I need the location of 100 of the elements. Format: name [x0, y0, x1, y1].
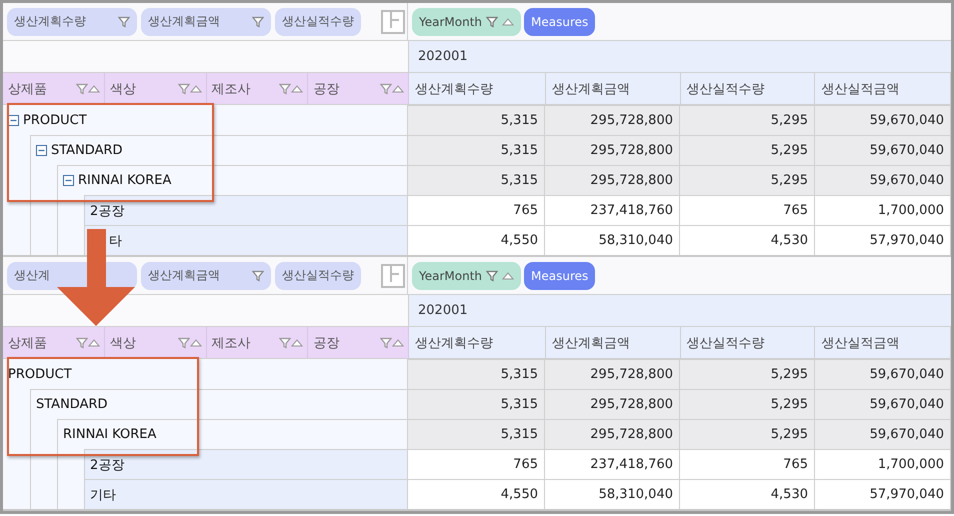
row-header[interactable]: STANDARD — [30, 389, 407, 419]
sort-icon[interactable] — [502, 271, 514, 280]
value-cell: 4,550 — [408, 225, 545, 255]
value-cell: 5,295 — [680, 359, 815, 389]
dimension-header[interactable]: 제조사 — [206, 327, 308, 358]
filter-icon[interactable] — [118, 16, 130, 28]
dimension-header[interactable]: 색상 — [104, 327, 207, 358]
field-chip[interactable]: 생산실적수량 — [275, 8, 361, 36]
value-cell: 5,295 — [680, 389, 815, 419]
period-header: 202001 — [409, 41, 951, 72]
value-cell: 765 — [680, 449, 815, 479]
value-cell: 295,728,800 — [545, 419, 680, 449]
value-cell: 295,728,800 — [545, 135, 680, 165]
period-header: 202001 — [409, 295, 951, 326]
value-cell: 5,295 — [680, 165, 815, 195]
row-header[interactable]: RINNAI KOREA — [57, 419, 407, 449]
sort-icon[interactable] — [190, 84, 202, 93]
filter-icon[interactable] — [76, 82, 88, 94]
value-cell: 237,418,760 — [545, 449, 680, 479]
field-chip[interactable]: 생산계획금액 — [141, 8, 271, 36]
collapse-icon[interactable] — [63, 175, 74, 186]
field-chip[interactable]: Measures — [524, 8, 596, 36]
value-cell: 59,670,040 — [815, 165, 951, 195]
row-header[interactable]: 타 — [84, 225, 407, 255]
dimension-header[interactable]: 공장 — [308, 73, 410, 104]
value-cell: 59,670,040 — [815, 135, 951, 165]
sort-icon[interactable] — [291, 84, 304, 93]
dimension-header[interactable]: 색상 — [104, 73, 207, 104]
row-header[interactable]: RINNAI KOREA — [57, 165, 407, 195]
field-chip[interactable]: 생산계획금액 — [141, 262, 271, 290]
measure-header: 생산실적금액 — [815, 327, 951, 358]
value-cell: 57,970,040 — [815, 479, 951, 509]
row-header[interactable]: STANDARD — [30, 135, 407, 165]
field-chip[interactable]: 생산실적수량 — [275, 262, 361, 290]
value-cell: 57,970,040 — [815, 225, 951, 255]
value-cell: 5,315 — [408, 165, 545, 195]
measure-header: 생산실적금액 — [815, 73, 951, 104]
value-cell: 59,670,040 — [815, 359, 951, 389]
sort-icon[interactable] — [502, 17, 514, 26]
filter-icon[interactable] — [252, 270, 264, 282]
sort-icon[interactable] — [88, 84, 100, 93]
measure-header: 생산계획금액 — [546, 73, 681, 104]
dimension-header[interactable]: 상제품 — [3, 73, 105, 104]
value-cell: 5,295 — [680, 419, 815, 449]
sort-icon[interactable] — [291, 338, 304, 347]
filter-icon[interactable] — [76, 336, 88, 348]
value-cell: 59,670,040 — [815, 389, 951, 419]
filter-icon[interactable] — [178, 82, 190, 94]
measure-header: 생산계획금액 — [546, 327, 681, 358]
filter-icon[interactable] — [252, 16, 264, 28]
value-cell: 5,315 — [408, 359, 545, 389]
value-cell: 765 — [680, 195, 815, 225]
filter-icon[interactable] — [279, 336, 292, 348]
layout-toggle-icon[interactable] — [381, 264, 405, 288]
sort-icon[interactable] — [190, 338, 202, 347]
value-cell: 295,728,800 — [545, 105, 680, 135]
dimension-header[interactable]: 공장 — [308, 327, 410, 358]
measure-header: 생산계획수량 — [409, 73, 546, 104]
value-cell: 295,728,800 — [545, 359, 680, 389]
field-chip[interactable]: 생산계획수량 — [7, 8, 137, 36]
dimension-header[interactable]: 상제품 — [3, 327, 105, 358]
row-header[interactable]: 2공장 — [84, 449, 407, 479]
row-header[interactable]: 기타 — [84, 479, 407, 509]
value-cell: 1,700,000 — [815, 449, 951, 479]
filter-icon[interactable] — [178, 336, 190, 348]
value-cell: 58,310,040 — [545, 225, 680, 255]
layout-toggle-icon[interactable] — [381, 10, 405, 34]
sort-icon[interactable] — [392, 84, 404, 93]
filter-icon[interactable] — [279, 82, 292, 94]
value-cell: 58,310,040 — [545, 479, 680, 509]
value-cell: 5,315 — [408, 389, 545, 419]
measure-header: 생산실적수량 — [680, 327, 816, 358]
sort-icon[interactable] — [88, 338, 100, 347]
row-header[interactable]: 2공장 — [84, 195, 407, 225]
dimension-header[interactable]: 제조사 — [206, 73, 308, 104]
value-cell: 295,728,800 — [545, 165, 680, 195]
value-cell: 1,700,000 — [815, 195, 951, 225]
sort-icon[interactable] — [392, 338, 404, 347]
collapse-icon[interactable] — [8, 114, 19, 126]
value-cell: 5,315 — [408, 419, 545, 449]
value-cell: 5,315 — [408, 135, 545, 165]
measure-header: 생산실적수량 — [680, 73, 816, 104]
value-cell: 59,670,040 — [815, 105, 951, 135]
field-chip[interactable]: YearMonth — [412, 8, 522, 36]
filter-icon[interactable] — [486, 270, 498, 282]
value-cell: 765 — [408, 195, 545, 225]
value-cell: 295,728,800 — [545, 389, 680, 419]
filter-icon[interactable] — [380, 336, 392, 348]
value-cell: 237,418,760 — [545, 195, 680, 225]
value-cell: 4,550 — [408, 479, 545, 509]
filter-icon[interactable] — [486, 16, 498, 28]
value-cell: 4,530 — [680, 225, 815, 255]
value-cell: 765 — [408, 449, 545, 479]
field-chip[interactable]: Measures — [524, 262, 596, 290]
field-chip[interactable]: YearMonth — [412, 262, 522, 290]
collapse-icon[interactable] — [36, 145, 47, 156]
value-cell: 5,295 — [680, 105, 815, 135]
filter-icon[interactable] — [380, 82, 392, 94]
value-cell: 59,670,040 — [815, 419, 951, 449]
value-cell: 5,315 — [408, 105, 545, 135]
